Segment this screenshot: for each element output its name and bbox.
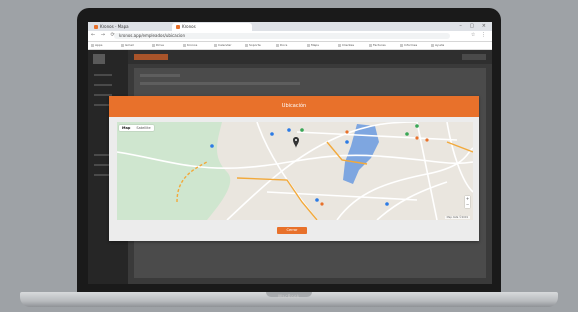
bookmark-item[interactable]: Drive xyxy=(152,43,164,47)
bookmark-item[interactable]: Facturas xyxy=(369,43,386,47)
browser-tab-active[interactable]: Kronos xyxy=(172,23,252,31)
map-type-control[interactable]: Map Satellite xyxy=(119,125,154,131)
bookmark-item[interactable]: Docs xyxy=(276,43,287,47)
map-attribution: Map data ©2019 xyxy=(444,216,470,219)
sidebar-item[interactable] xyxy=(94,84,112,86)
tab-favicon-icon xyxy=(94,25,98,29)
screen-display: Kronos - Mapa Kronos – ▢ × ← → ⟳ kronos.… xyxy=(88,22,492,284)
bookmark-item[interactable]: Apps xyxy=(91,43,102,47)
bookmark-icon xyxy=(276,43,279,47)
bookmark-item[interactable]: Maps xyxy=(307,43,319,47)
sidebar-item[interactable] xyxy=(94,74,112,76)
bookmark-icon xyxy=(431,43,434,47)
tab-favicon-icon xyxy=(176,25,180,29)
bookmark-icon xyxy=(369,43,372,47)
bookmark-icon xyxy=(152,43,155,47)
bookmarks-bar: Apps Gmail Drive Kronos Calendar Soporte… xyxy=(88,42,492,50)
laptop-brand-label: MacBook xyxy=(278,294,300,299)
bookmark-item[interactable]: Calendar xyxy=(214,43,232,47)
bookmark-icon xyxy=(183,43,186,47)
url-input[interactable]: kronos.app/empleados/ubicacion xyxy=(114,33,450,39)
extension-icons[interactable]: ☆ ⋮ xyxy=(471,32,488,38)
tab-label: Kronos xyxy=(182,24,196,29)
app-brand-logo xyxy=(134,54,168,60)
window-controls[interactable]: – ▢ × xyxy=(459,23,489,29)
browser-tab[interactable]: Kronos - Mapa xyxy=(90,23,170,31)
browser-tabstrip: Kronos - Mapa Kronos – ▢ × xyxy=(88,22,492,31)
tab-label: Kronos - Mapa xyxy=(100,24,129,29)
bookmark-icon xyxy=(400,43,403,47)
bookmark-icon xyxy=(307,43,310,47)
bookmark-icon xyxy=(121,43,124,47)
bookmark-item[interactable]: Informes xyxy=(400,43,417,47)
bookmark-item[interactable]: Clientes xyxy=(338,43,354,47)
bookmark-item[interactable]: Kronos xyxy=(183,43,197,47)
map-canvas[interactable] xyxy=(117,122,473,220)
map-view[interactable]: Map Satellite + − Map data ©2019 xyxy=(117,122,473,220)
modal-header: Ubicación xyxy=(109,96,479,117)
bookmark-icon xyxy=(91,43,94,47)
close-button[interactable]: Cerrar xyxy=(277,227,307,234)
bookmark-icon xyxy=(338,43,341,47)
bookmark-item[interactable]: Ayuda xyxy=(431,43,444,47)
app-topbar xyxy=(128,50,492,64)
bookmark-icon xyxy=(214,43,217,47)
app-logo xyxy=(93,54,105,64)
bookmark-icon xyxy=(245,43,248,47)
map-type-satellite[interactable]: Satellite xyxy=(133,125,153,131)
map-park xyxy=(117,122,231,220)
map-modal: Ubicación Map Satellite + − Map data ©20… xyxy=(109,96,479,241)
nav-buttons[interactable]: ← → ⟳ xyxy=(91,32,117,38)
bookmark-item[interactable]: Soporte xyxy=(245,43,261,47)
browser-toolbar: ← → ⟳ kronos.app/empleados/ubicacion ☆ ⋮ xyxy=(88,31,492,42)
bookmark-item[interactable]: Gmail xyxy=(121,43,134,47)
map-type-map[interactable]: Map xyxy=(119,125,133,131)
zoom-control[interactable]: + − xyxy=(465,196,470,208)
content-row xyxy=(140,82,300,85)
modal-title: Ubicación xyxy=(281,103,307,109)
content-heading xyxy=(140,74,180,77)
app-user-menu[interactable] xyxy=(462,54,486,60)
